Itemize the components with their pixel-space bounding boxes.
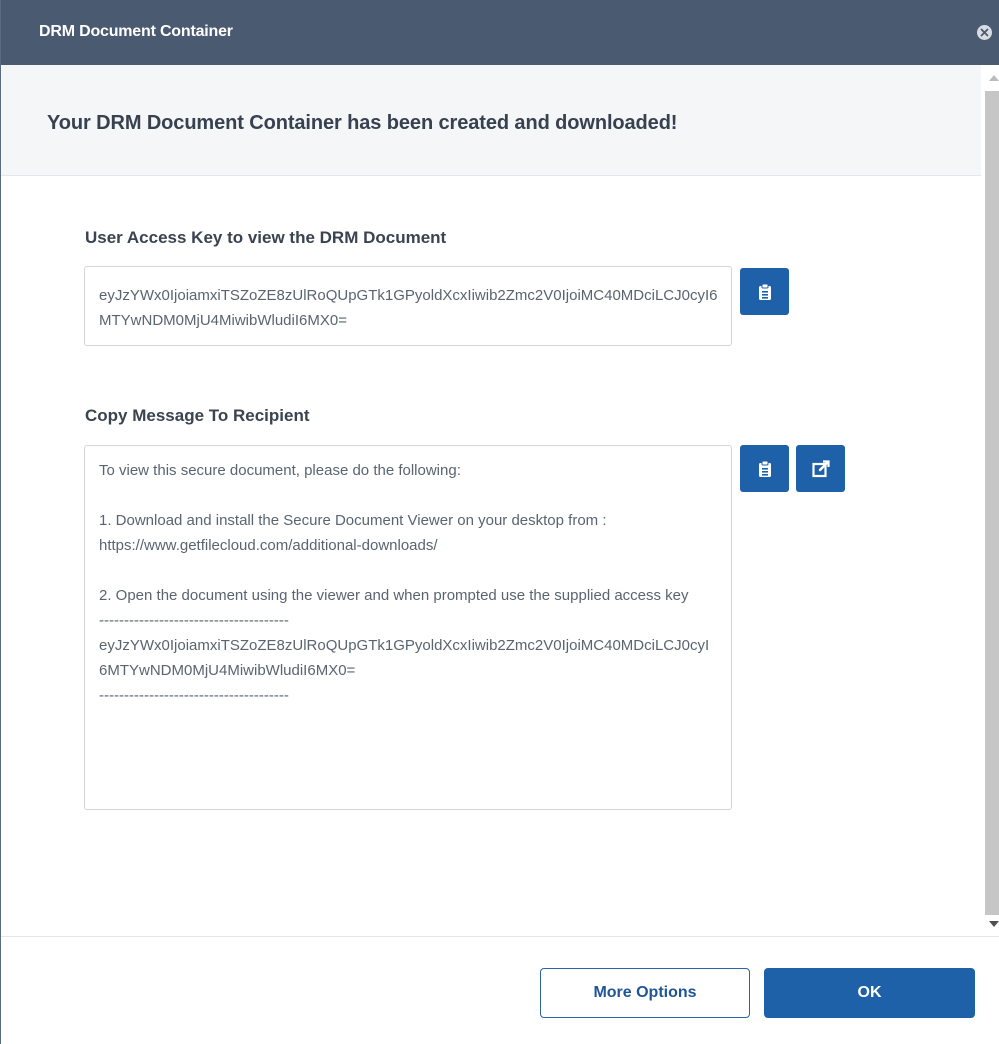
dialog-footer: More Options OK: [1, 936, 999, 1044]
more-options-button[interactable]: More Options: [540, 968, 750, 1018]
dialog-title: DRM Document Container: [39, 23, 233, 40]
dialog-header: Your DRM Document Container has been cre…: [1, 65, 981, 176]
vertical-scrollbar[interactable]: [984, 65, 999, 936]
recipient-message-field[interactable]: To view this secure document, please do …: [84, 445, 732, 810]
dialog-titlebar: DRM Document Container: [1, 0, 999, 65]
message-label: Copy Message To Recipient: [85, 406, 310, 425]
copy-access-key-button[interactable]: [740, 268, 789, 315]
ok-button[interactable]: OK: [764, 968, 975, 1018]
scrollbar-thumb[interactable]: [985, 91, 999, 915]
scroll-down-arrow-icon[interactable]: [989, 921, 999, 927]
clipboard-icon: [758, 460, 771, 477]
access-key-label: User Access Key to view the DRM Document: [85, 228, 447, 247]
open-in-email-button[interactable]: [796, 445, 845, 492]
copy-message-button[interactable]: [740, 445, 789, 492]
close-icon[interactable]: [977, 25, 992, 40]
clipboard-icon: [758, 283, 771, 300]
access-key-field[interactable]: eyJzYWx0IjoiamxiTSZoZE8zUlRoQUpGTk1GPyol…: [84, 266, 732, 346]
external-edit-icon: [811, 459, 830, 477]
drm-container-dialog: DRM Document Container Your DRM Document…: [0, 0, 999, 1044]
success-heading: Your DRM Document Container has been cre…: [47, 112, 678, 134]
scroll-up-arrow-icon[interactable]: [989, 75, 999, 81]
